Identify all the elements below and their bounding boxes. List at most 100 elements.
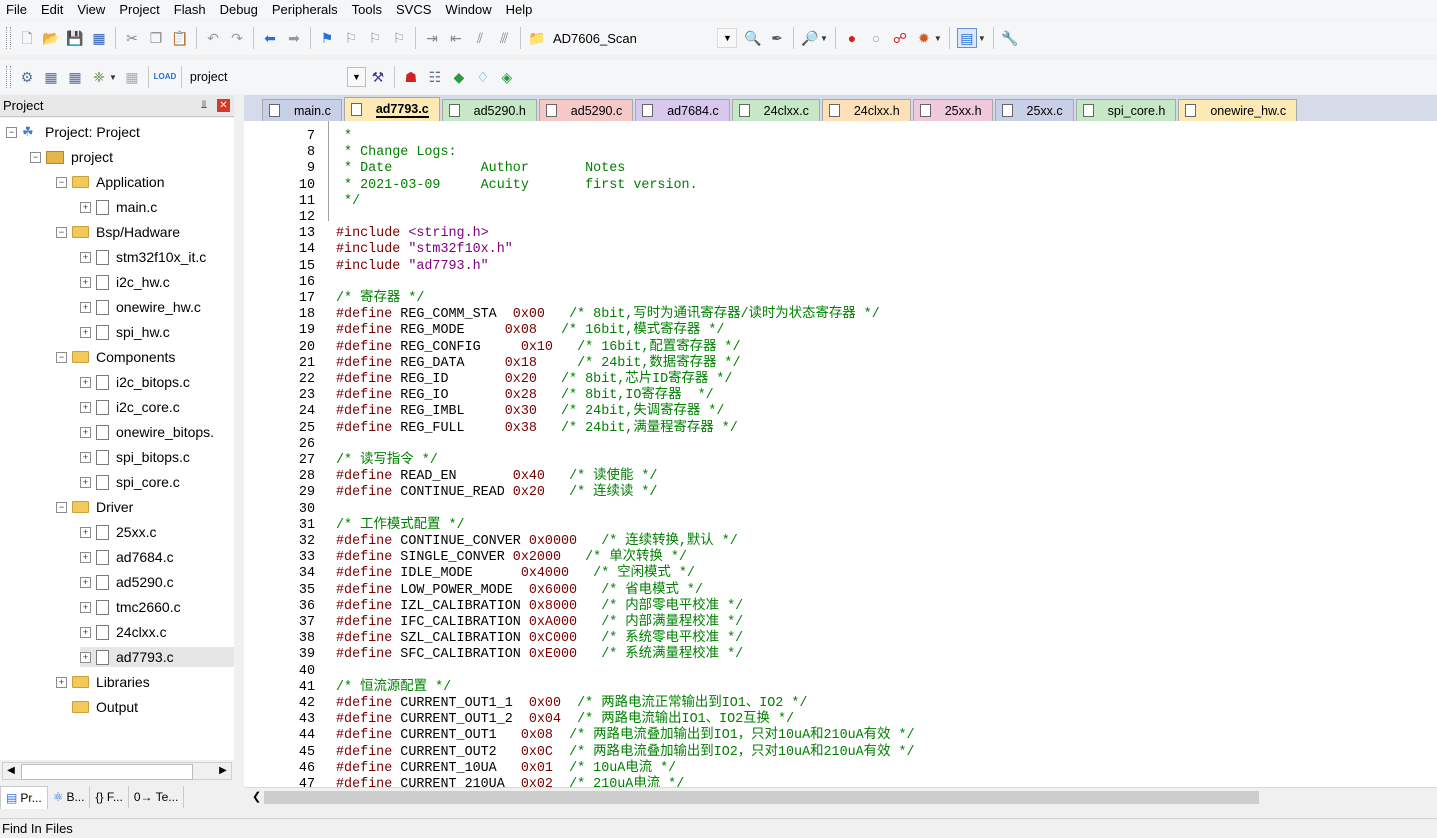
- menu-edit[interactable]: Edit: [34, 0, 70, 20]
- find-icon[interactable]: 🔍: [744, 29, 762, 47]
- cut-icon[interactable]: ✂: [123, 29, 141, 47]
- project-target-combo[interactable]: project ▼: [186, 67, 366, 87]
- expand-icon[interactable]: +: [80, 426, 91, 438]
- tree-item[interactable]: +24clxx.c: [80, 622, 167, 642]
- editor-tab[interactable]: 25xx.h: [912, 99, 993, 121]
- collapse-icon[interactable]: −: [30, 151, 41, 163]
- tree-item[interactable]: + i2c_bitops.c: [80, 372, 190, 392]
- collapse-icon[interactable]: −: [56, 351, 67, 363]
- toolbar-grip[interactable]: [6, 66, 11, 88]
- save-icon[interactable]: 💾: [66, 29, 84, 47]
- chevron-down-icon[interactable]: ▼: [934, 34, 942, 43]
- editor-tab[interactable]: ad7684.c: [635, 99, 730, 121]
- expand-icon[interactable]: +: [80, 376, 91, 388]
- chevron-down-icon[interactable]: ▼: [109, 73, 117, 82]
- panel-splitter[interactable]: [234, 95, 244, 810]
- select-packs-icon[interactable]: ◆: [450, 68, 468, 86]
- new-file-icon[interactable]: 🗋: [18, 29, 36, 47]
- expand-icon[interactable]: +: [80, 601, 91, 613]
- editor-tab[interactable]: ad7793.c: [343, 97, 440, 121]
- incremental-find-icon[interactable]: ✒: [768, 29, 786, 47]
- editor-tab[interactable]: ad5290.c: [538, 99, 634, 121]
- translate-icon[interactable]: ⚙: [18, 68, 36, 86]
- scrollbar-thumb[interactable]: [21, 764, 193, 780]
- tree-item[interactable]: + ad7793.c: [80, 647, 234, 667]
- save-all-icon[interactable]: ▦: [90, 29, 108, 47]
- pack-installer-icon[interactable]: ♢: [474, 68, 492, 86]
- scroll-right-icon[interactable]: ▶: [215, 763, 231, 779]
- editor-tab[interactable]: 24clxx.c: [731, 99, 820, 121]
- next-bookmark-icon[interactable]: ⚐: [366, 29, 384, 47]
- tree-item[interactable]: + i2c_core.c: [80, 397, 180, 417]
- tree-item[interactable]: + onewire_hw.c: [80, 297, 201, 317]
- tab-templates[interactable]: 0→ Te...: [129, 786, 185, 808]
- menu-file[interactable]: File: [0, 0, 34, 20]
- configure-wrench-icon[interactable]: 🔧: [1001, 29, 1019, 47]
- target-options-icon[interactable]: ⚒: [369, 68, 387, 86]
- editor-tab[interactable]: ad5290.h: [441, 99, 537, 121]
- copy-icon[interactable]: ❐: [147, 29, 165, 47]
- tree-item[interactable]: + main.c: [80, 197, 157, 217]
- find-in-files-icon[interactable]: 📁: [528, 29, 546, 47]
- menu-peripherals[interactable]: Peripherals: [265, 0, 345, 20]
- bookmark-icon[interactable]: ⚑: [318, 29, 336, 47]
- disable-breakpoint-icon[interactable]: ○: [867, 29, 885, 47]
- menu-window[interactable]: Window: [438, 0, 498, 20]
- tree-item[interactable]: − Driver: [56, 497, 133, 517]
- rebuild-icon[interactable]: ▦: [66, 68, 84, 86]
- tab-books[interactable]: ⚛ B...: [48, 786, 91, 808]
- pin-icon[interactable]: ⫫: [197, 99, 211, 112]
- comment-icon[interactable]: ⫽: [471, 29, 489, 47]
- menu-help[interactable]: Help: [499, 0, 540, 20]
- chevron-down-icon[interactable]: ▼: [820, 34, 828, 43]
- tree-item[interactable]: + tmc2660.c: [80, 597, 181, 617]
- menu-project[interactable]: Project: [112, 0, 166, 20]
- paste-icon[interactable]: 📋: [171, 29, 189, 47]
- navigate-back-icon[interactable]: ⬅: [261, 29, 279, 47]
- expand-icon[interactable]: +: [80, 651, 91, 663]
- stop-build-icon[interactable]: ▦: [123, 68, 141, 86]
- undo-icon[interactable]: ↶: [204, 29, 222, 47]
- tree-item[interactable]: + ad5290.c: [80, 572, 174, 592]
- navigate-forward-icon[interactable]: ➡: [285, 29, 303, 47]
- tab-project[interactable]: ▤ Pr...: [0, 785, 48, 809]
- menu-svcs[interactable]: SVCS: [389, 0, 438, 20]
- breakpoint-icon[interactable]: ●: [843, 29, 861, 47]
- tree-item[interactable]: Output: [56, 697, 138, 717]
- collapse-icon[interactable]: −: [56, 501, 67, 513]
- menu-flash[interactable]: Flash: [167, 0, 213, 20]
- download-load-icon[interactable]: LOAD: [154, 68, 177, 86]
- expand-icon[interactable]: +: [80, 526, 91, 538]
- debug-session-icon[interactable]: 🔎: [801, 29, 819, 47]
- uncomment-icon[interactable]: ⫻: [495, 29, 513, 47]
- editor-tab[interactable]: 25xx.c: [994, 99, 1074, 121]
- tree-item[interactable]: + spi_bitops.c: [80, 447, 190, 467]
- editor-tab[interactable]: onewire_hw.c: [1178, 99, 1298, 121]
- prev-bookmark-icon[interactable]: ⚐: [342, 29, 360, 47]
- chevron-down-icon[interactable]: ▼: [346, 67, 366, 87]
- expand-icon[interactable]: +: [80, 476, 91, 488]
- close-icon[interactable]: ✕: [217, 99, 230, 112]
- disable-all-breakpoints-icon[interactable]: ☍: [891, 29, 909, 47]
- chevron-down-icon[interactable]: ▼: [978, 34, 986, 43]
- expand-icon[interactable]: +: [80, 276, 91, 288]
- tab-functions[interactable]: {} F...: [90, 786, 129, 808]
- target-select-dropdown[interactable]: ▼: [717, 28, 737, 48]
- redo-icon[interactable]: ↷: [228, 29, 246, 47]
- kill-breakpoints-icon[interactable]: ✹: [915, 29, 933, 47]
- expand-icon[interactable]: +: [80, 626, 91, 638]
- editor-tab[interactable]: spi_core.h: [1075, 99, 1177, 121]
- expand-icon[interactable]: +: [80, 326, 91, 338]
- editor-horizontal-scrollbar[interactable]: ❮: [244, 787, 1437, 808]
- expand-icon[interactable]: +: [80, 451, 91, 463]
- tree-item[interactable]: + onewire_bitops.: [80, 422, 214, 442]
- tree-item[interactable]: − Components: [56, 347, 175, 367]
- scrollbar-thumb[interactable]: [264, 791, 1259, 804]
- expand-icon[interactable]: +: [80, 576, 91, 588]
- tree-item[interactable]: + stm32f10x_it.c: [80, 247, 206, 267]
- toolbar-grip[interactable]: [6, 27, 11, 49]
- window-layout-icon[interactable]: ▤: [956, 28, 977, 48]
- tree-item[interactable]: − Application: [56, 172, 165, 192]
- project-tree-horizontal-scrollbar[interactable]: ◀ ▶: [2, 762, 232, 780]
- tree-item[interactable]: − project: [30, 147, 113, 167]
